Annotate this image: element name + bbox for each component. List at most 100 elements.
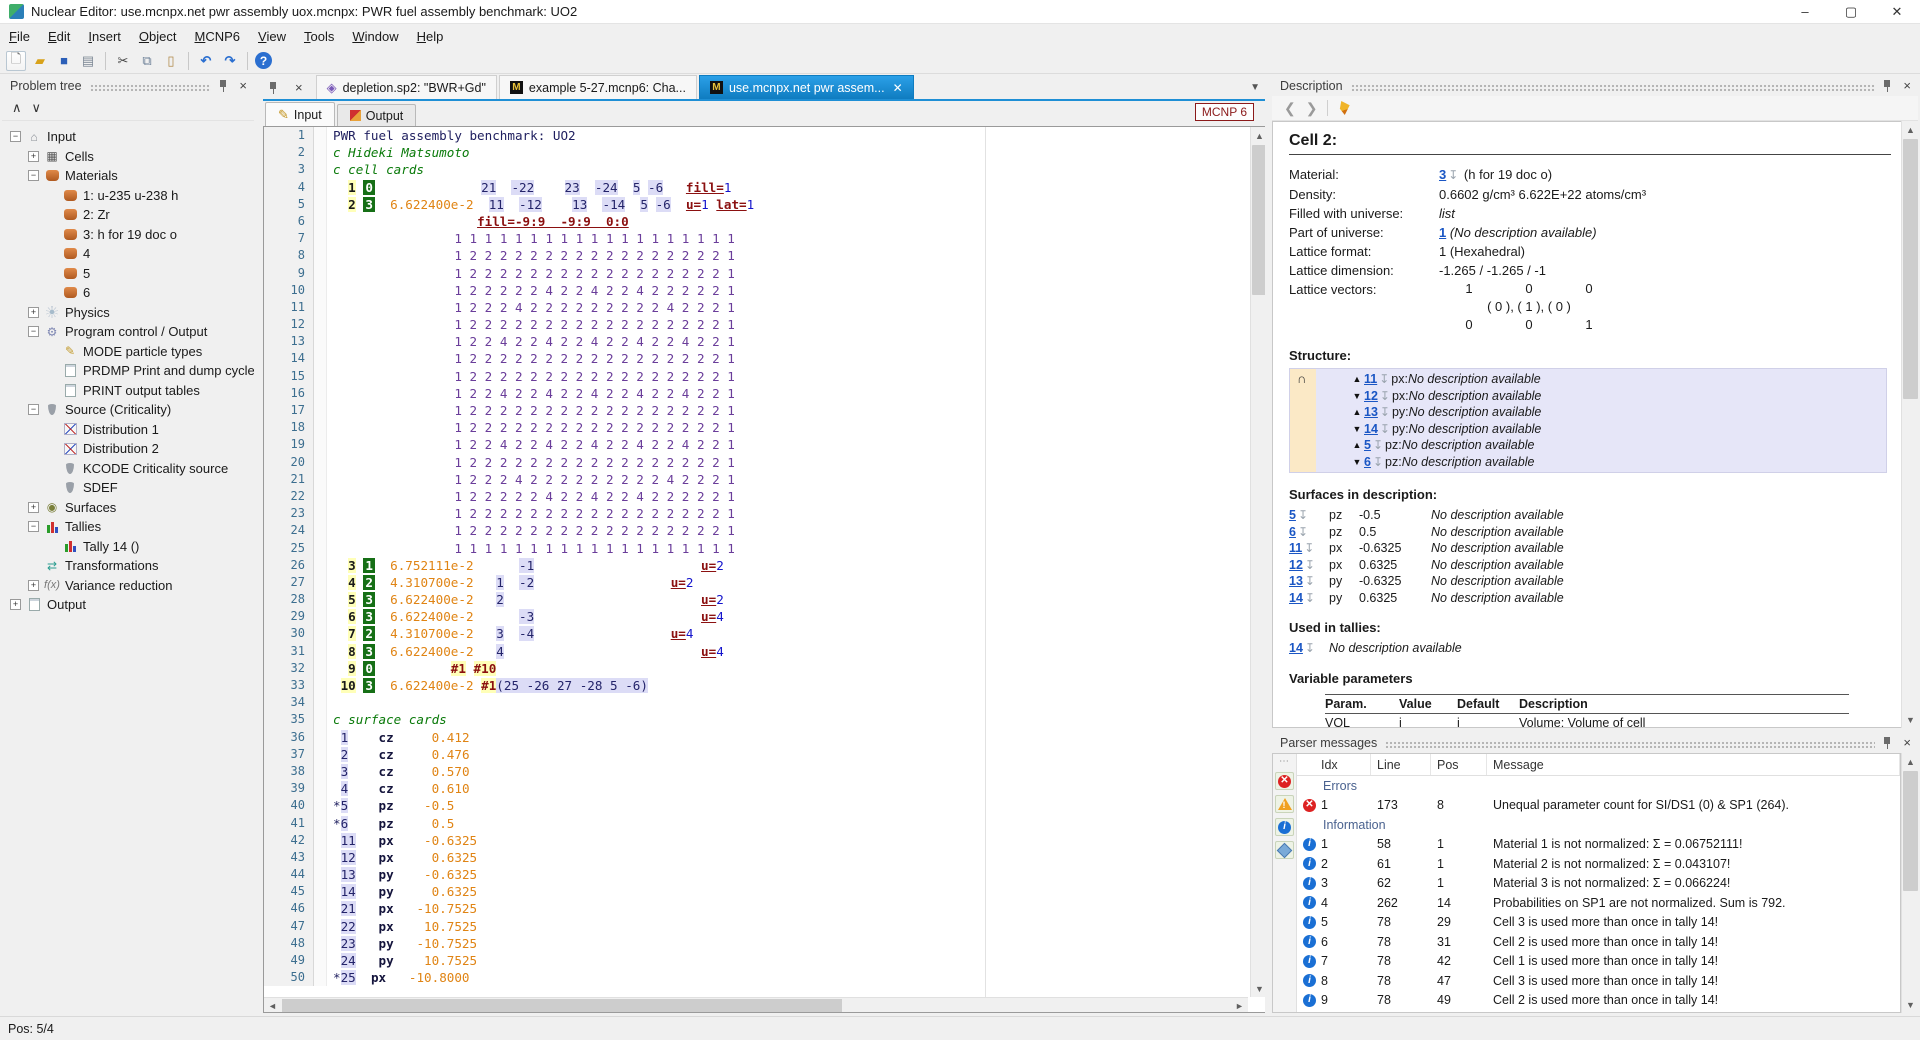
expand-toggle-icon[interactable]: − [28,521,39,532]
pin-icon[interactable] [217,79,230,92]
close-button[interactable]: ✕ [1874,0,1920,23]
menu-edit[interactable]: Edit [39,26,79,47]
code-line[interactable]: 15 1 2 2 2 2 2 2 2 2 2 2 2 2 2 2 2 2 2 1 [264,368,1248,385]
message-row[interactable]: i107860Cell 1 is used more than once in … [1297,1010,1900,1012]
highlighter-icon[interactable] [1338,101,1352,115]
help-icon[interactable]: ? [255,52,272,69]
tree-item-input[interactable]: −⌂Input [2,127,254,147]
code-line[interactable]: 18 1 2 2 2 2 2 2 2 2 2 2 2 2 2 2 2 2 2 1 [264,419,1248,436]
parser-scrollbar[interactable]: ▲ ▼ [1901,753,1918,1013]
pin-icon[interactable] [1881,736,1894,749]
tree-item-distribution-2[interactable]: Distribution 2 [2,439,254,459]
scrollbar-thumb[interactable] [1903,771,1918,891]
document-tab-0[interactable]: ◈depletion.sp2: "BWR+Gd" [316,75,497,99]
new-file-icon[interactable]: 🗋 [6,51,26,71]
close-panel-icon[interactable]: × [1900,735,1914,750]
scrollbar-thumb[interactable] [282,999,842,1012]
menu-file[interactable]: File [0,26,39,47]
surface-link[interactable]: 11 [1364,372,1377,386]
scroll-up-icon[interactable]: ▲ [1902,753,1919,770]
code-line[interactable]: 28 5 3 6.622400e-2 2 u=2 [264,591,1248,608]
code-line[interactable]: 5 2 3 6.622400e-2 11 -12 13 -14 5 -6 u=1… [264,196,1248,213]
message-row[interactable]: i87847Cell 3 is used more than once in t… [1297,971,1900,991]
code-line[interactable]: 35c surface cards [264,711,1248,728]
expand-toggle-icon[interactable]: − [28,326,39,337]
jump-to-icon[interactable]: ↧ [1378,405,1392,419]
code-line[interactable]: 45 14 py 0.6325 [264,883,1248,900]
tree-item-variance-reduction[interactable]: +f(x)Variance reduction [2,576,254,596]
code-line[interactable]: 13 1 2 2 4 2 2 4 2 2 4 2 2 4 2 2 4 2 2 1 [264,333,1248,350]
surface-link[interactable]: 13 [1289,574,1303,588]
tree-item-prdmp-print-and-dump-cycle[interactable]: PRDMP Print and dump cycle [2,361,254,381]
surface-link[interactable]: 6 [1289,525,1296,539]
menu-window[interactable]: Window [343,26,407,47]
code-line[interactable]: 17 1 2 2 2 2 2 2 2 2 2 2 2 2 2 2 2 2 2 1 [264,402,1248,419]
code-line[interactable]: 16 1 2 2 4 2 2 4 2 2 4 2 2 4 2 2 4 2 2 1 [264,385,1248,402]
tree-item-sdef[interactable]: SDEF [2,478,254,498]
parser-column-header[interactable]: Line [1371,754,1431,775]
expand-toggle-icon[interactable]: + [28,502,39,513]
document-tab-1[interactable]: Mexample 5-27.mcnp6: Cha... [499,75,697,99]
tree-item-materials[interactable]: −Materials [2,166,254,186]
code-line[interactable]: 50*25 px -10.8000 [264,969,1248,986]
pin-icon[interactable] [267,81,280,94]
tree-item-3-h-for-19-doc-o[interactable]: 3: h for 19 doc o [2,225,254,245]
tree-item-1-u-235-u-238-h[interactable]: 1: u-235 u-238 h [2,186,254,206]
description-scrollbar[interactable]: ▲ ▼ [1901,121,1918,728]
left-splitter[interactable] [254,75,260,1013]
tally-link[interactable]: 14 [1289,641,1303,655]
close-panel-icon[interactable]: × [1900,78,1914,93]
code-line[interactable]: 39 4 cz 0.610 [264,780,1248,797]
tree-item-2-zr[interactable]: 2: Zr [2,205,254,225]
code-line[interactable]: 49 24 py 10.7525 [264,952,1248,969]
message-row[interactable]: i1581Material 1 is not normalized: Σ = 0… [1297,835,1900,855]
expand-toggle-icon[interactable]: + [28,580,39,591]
parser-column-header[interactable]: Message [1487,754,1900,775]
code-line[interactable]: 19 1 2 2 4 2 2 4 2 2 4 2 2 4 2 2 4 2 2 1 [264,436,1248,453]
code-line[interactable]: 44 13 py -0.6325 [264,866,1248,883]
message-row[interactable]: i2611Material 2 is not normalized: Σ = 0… [1297,854,1900,874]
code-line[interactable]: 42 11 px -0.6325 [264,832,1248,849]
code-line[interactable]: 3c cell cards [264,161,1248,178]
code-line[interactable]: 25 1 1 1 1 1 1 1 1 1 1 1 1 1 1 1 1 1 1 1 [264,540,1248,557]
jump-to-icon[interactable]: ↧ [1371,438,1385,452]
code-line[interactable]: 12 1 2 2 2 2 2 2 2 2 2 2 2 2 2 2 2 2 2 1 [264,316,1248,333]
code-line[interactable]: 23 1 2 2 2 2 2 2 2 2 2 2 2 2 2 2 2 2 2 1 [264,505,1248,522]
tree-item-output[interactable]: +Output [2,595,254,615]
open-folder-icon[interactable]: ▰ [30,51,50,71]
code-line[interactable]: 10 1 2 2 2 2 2 4 2 2 4 2 2 4 2 2 2 2 2 1 [264,282,1248,299]
expand-toggle-icon[interactable]: − [28,404,39,415]
menu-view[interactable]: View [249,26,295,47]
menu-object[interactable]: Object [130,26,186,47]
message-row[interactable]: i426214Probabilities on SP1 are not norm… [1297,893,1900,913]
message-row[interactable]: i57829Cell 3 is used more than once in t… [1297,913,1900,933]
tree-item-distribution-1[interactable]: Distribution 1 [2,420,254,440]
tree-item-tallies[interactable]: −Tallies [2,517,254,537]
surface-link[interactable]: 14 [1364,422,1378,436]
message-row[interactable]: ✕11738Unequal parameter count for SI/DS1… [1297,796,1900,816]
tab-input[interactable]: ✎ Input [265,102,335,126]
pin-icon[interactable] [1881,79,1894,92]
tree-item-4[interactable]: 4 [2,244,254,264]
tree-item-program-control-output[interactable]: −⚙Program control / Output [2,322,254,342]
undo-icon[interactable]: ↶ [196,51,216,71]
menu-tools[interactable]: Tools [295,26,343,47]
code-line[interactable]: 26 3 1 6.752111e-2 -1 u=2 [264,557,1248,574]
code-line[interactable]: 21 1 2 2 2 4 2 2 2 2 2 2 2 2 2 4 2 2 2 1 [264,471,1248,488]
back-icon[interactable]: ❮ [1284,100,1296,117]
parser-column-header[interactable]: Idx [1297,754,1371,775]
menu-mcnp6[interactable]: MCNP6 [186,26,250,47]
filter-other-button[interactable] [1275,841,1294,859]
code-line[interactable]: 41*6 pz 0.5 [264,815,1248,832]
tree-item-6[interactable]: 6 [2,283,254,303]
code-line[interactable]: 40*5 pz -0.5 [264,797,1248,814]
code-line[interactable]: 9 1 2 2 2 2 2 2 2 2 2 2 2 2 2 2 2 2 2 1 [264,265,1248,282]
jump-to-icon[interactable]: ↧ [1378,422,1392,436]
tab-output[interactable]: Output [337,104,417,126]
jump-to-icon[interactable]: ↧ [1377,372,1391,386]
code-line[interactable]: 34 [264,694,1248,711]
tree-item-tally-14[interactable]: Tally 14 () [2,537,254,557]
code-line[interactable]: 47 22 px 10.7525 [264,918,1248,935]
close-document-icon[interactable]: × [292,80,306,95]
code-line[interactable]: 29 6 3 6.622400e-2 -3 u=4 [264,608,1248,625]
